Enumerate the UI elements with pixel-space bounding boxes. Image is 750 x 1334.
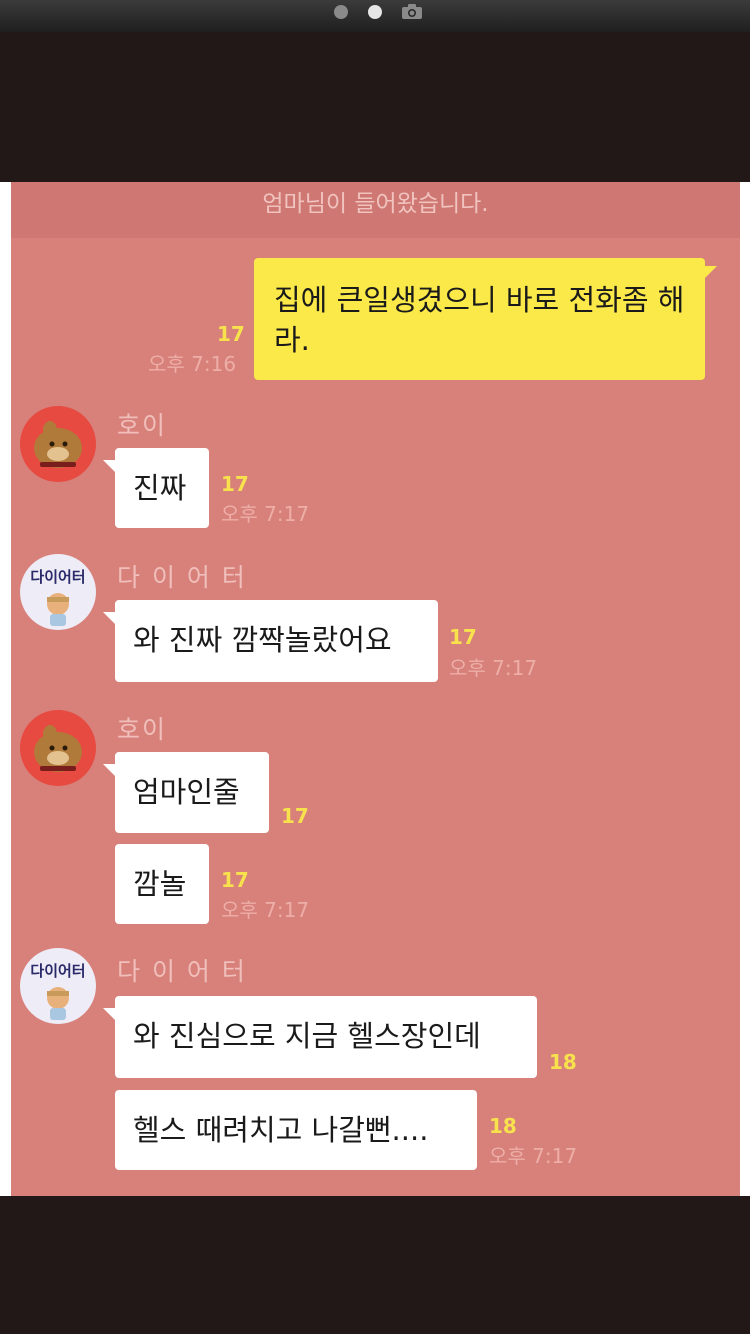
unread-count: 17 — [217, 322, 245, 346]
avatar-hoi[interactable] — [20, 710, 96, 786]
sender-name: 다 이 어 터 — [117, 957, 247, 986]
unread-count: 18 — [549, 1050, 577, 1074]
page-indicator-dot[interactable] — [334, 5, 348, 19]
bear-character-icon — [34, 725, 82, 772]
message-bubble[interactable]: 진짜 — [103, 448, 209, 528]
message-text: 엄마인줄 — [133, 775, 240, 809]
entry-notice: 엄마님이 들어왔습니다. — [11, 182, 740, 238]
message-time: 오후 7:17 — [449, 656, 538, 680]
message-text: 와 진짜 깜짝놀랐어요 — [133, 623, 392, 657]
message-text: 집에 큰일생겼으니 바로 전화좀 해라. — [274, 283, 685, 357]
background-top — [0, 32, 750, 182]
message-bubble[interactable]: 와 진심으로 지금 헬스장인데 — [103, 996, 537, 1078]
sender-name: 호이 — [117, 715, 168, 744]
unread-count: 17 — [221, 472, 249, 496]
message-time: 오후 7:17 — [221, 502, 310, 526]
message-text: 와 진심으로 지금 헬스장인데 — [133, 1019, 481, 1053]
chat-room[interactable]: 엄마님이 들어왔습니다. 집에 큰일생겼으니 바로 전화좀 해라. 17 오후 … — [11, 182, 740, 1196]
message-bubble[interactable]: 깜놀 — [115, 844, 209, 924]
message-text: 헬스 때려치고 나갈뻔.... — [133, 1113, 429, 1147]
avatar-dieter[interactable]: 다이어터 — [20, 554, 96, 630]
dieter-character-icon — [47, 593, 69, 626]
message-time: 오후 7:17 — [221, 898, 310, 922]
message-time: 오후 7:16 — [148, 352, 237, 376]
unread-count: 18 — [489, 1114, 517, 1138]
page-indicator-dot-active[interactable] — [368, 5, 382, 19]
unread-count: 17 — [221, 868, 249, 892]
avatar-dieter[interactable]: 다이어터 — [20, 948, 96, 1024]
sender-name: 호이 — [117, 411, 168, 440]
message-bubble[interactable]: 와 진짜 깜짝놀랐어요 — [103, 600, 438, 682]
message-text: 진짜 — [133, 471, 187, 505]
sender-name: 다 이 어 터 — [117, 563, 247, 592]
message-text: 깜놀 — [133, 867, 187, 901]
unread-count: 17 — [281, 804, 309, 828]
top-bar — [0, 0, 750, 32]
dieter-character-icon — [47, 987, 69, 1020]
avatar-hoi[interactable] — [20, 406, 96, 482]
camera-icon[interactable] — [401, 3, 423, 20]
message-bubble[interactable]: 헬스 때려치고 나갈뻔.... — [115, 1090, 477, 1170]
my-message-bubble[interactable]: 집에 큰일생겼으니 바로 전화좀 해라. — [254, 258, 717, 380]
bear-character-icon — [34, 421, 82, 468]
background-bottom — [0, 1196, 750, 1334]
unread-count: 17 — [449, 625, 477, 649]
message-bubble[interactable]: 엄마인줄 — [103, 752, 269, 833]
message-time: 오후 7:17 — [489, 1144, 578, 1168]
